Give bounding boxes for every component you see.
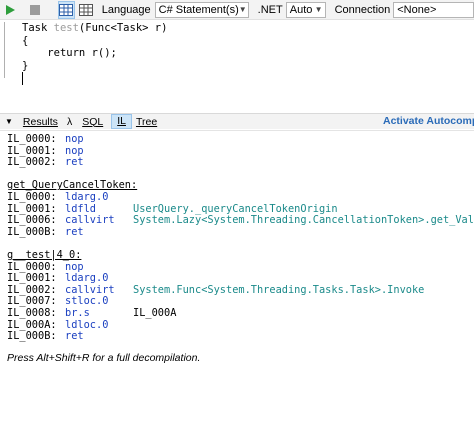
tab-lambda[interactable]: λ xyxy=(67,116,72,128)
tab-sql[interactable]: SQL xyxy=(82,116,103,128)
il-opcode: ret xyxy=(65,156,84,169)
language-label: Language xyxy=(101,3,151,16)
net-value: Auto xyxy=(289,3,313,16)
toolbar: Language C# Statement(s) ▼ .NET Auto ▼ C… xyxy=(0,0,474,20)
language-select[interactable]: C# Statement(s) ▼ xyxy=(154,1,249,18)
code-editor[interactable]: Task test(Func<Task> r){ return r();} xyxy=(0,20,474,113)
il-opcode: ret xyxy=(65,225,84,238)
code-expression: r(); xyxy=(91,47,117,59)
il-offset-label: IL_0000: xyxy=(7,190,57,203)
il-method-block: IL_0000: nop IL_0001: nop IL_0002: ret xyxy=(7,133,133,169)
net-select[interactable]: Auto ▼ xyxy=(285,1,326,18)
grid-results-icon[interactable] xyxy=(57,0,75,19)
collapse-arrow-icon[interactable]: ▼ xyxy=(5,117,13,126)
chevron-down-icon: ▼ xyxy=(238,5,247,14)
il-instruction-row: IL_000B: ret xyxy=(7,225,474,239)
il-offset-label: IL_0002: xyxy=(7,156,57,169)
il-output-panel: IL_0000: nop IL_0001: nop IL_0002: ret get_Que… xyxy=(0,130,474,424)
code-method-name: test xyxy=(53,22,79,34)
il-opcode: ret xyxy=(65,330,84,343)
decompilation-hint: Press Alt+Shift+R for a full decompilati… xyxy=(7,352,201,365)
il-opcode: nop xyxy=(65,133,84,145)
editor-gutter xyxy=(0,20,13,113)
il-method-title[interactable]: g__test|4_0: xyxy=(7,249,424,262)
il-method-block: g__test|4_0: IL_0000: nop IL_0001: ldarg.0 IL… xyxy=(7,249,425,343)
il-offset-label: IL_000B: xyxy=(7,330,57,343)
tab-results[interactable]: Results xyxy=(23,116,58,128)
il-offset-label: IL_000B: xyxy=(7,225,57,238)
tab-il[interactable]: IL xyxy=(111,114,132,129)
code-line: return r(); xyxy=(22,47,167,60)
il-operand: IL_000A xyxy=(133,306,177,319)
il-instruction-row: IL_0000: nop xyxy=(7,133,133,146)
fold-guide xyxy=(4,22,5,78)
il-instruction-row: IL_000B: ret xyxy=(7,331,424,343)
connection-value: <None> xyxy=(397,3,437,16)
il-offset-label: IL_0000: xyxy=(7,133,57,145)
code-text[interactable]: Task test(Func<Task> r){ return r();} xyxy=(22,22,167,85)
text-caret xyxy=(22,72,23,85)
il-method-block: get_QueryCancelToken: IL_0000: ldarg.0 IL_0… xyxy=(7,180,474,238)
code-line: { xyxy=(22,34,29,47)
connection-label: Connection xyxy=(334,3,391,16)
il-opcode: br.s xyxy=(65,306,90,319)
connection-select[interactable]: <None> xyxy=(393,1,474,18)
tab-tree[interactable]: Tree xyxy=(136,116,157,128)
il-instruction-row: IL_0002: ret xyxy=(7,157,133,169)
results-tab-strip: ▼ Results λ SQL IL Tree Activate Autocom… xyxy=(0,114,474,129)
code-line: } xyxy=(22,59,29,72)
net-label: .NET xyxy=(257,3,283,16)
il-operand: UserQuery._queryCancelTokenOrigin xyxy=(133,202,338,215)
il-operand: System.Lazy<System.Threading.Cancellatio… xyxy=(133,214,474,227)
il-opcode: ldarg.0 xyxy=(65,190,109,203)
code-line: Task test(Func<Task> r) xyxy=(22,22,167,35)
code-type-token: Task xyxy=(22,22,48,34)
il-operand: System.Func<System.Threading.Tasks.Task>… xyxy=(133,283,425,296)
linqpad-window: Language C# Statement(s) ▼ .NET Auto ▼ C… xyxy=(0,0,474,424)
stop-icon[interactable] xyxy=(27,1,44,19)
activate-autocomplete-link[interactable]: Activate Autocomple xyxy=(383,115,474,127)
language-value: C# Statement(s) xyxy=(158,3,239,16)
data-grid-icon[interactable] xyxy=(78,1,95,19)
code-keyword: return xyxy=(47,47,86,59)
il-offset-label: IL_0008: xyxy=(7,306,57,319)
play-icon[interactable] xyxy=(2,1,19,19)
chevron-down-icon: ▼ xyxy=(314,5,323,14)
code-signature: (Func<Task> r) xyxy=(78,22,168,34)
il-instruction-row: IL_0008: br.s IL_000A xyxy=(7,306,424,320)
divider xyxy=(0,130,474,131)
code-line xyxy=(22,72,167,85)
